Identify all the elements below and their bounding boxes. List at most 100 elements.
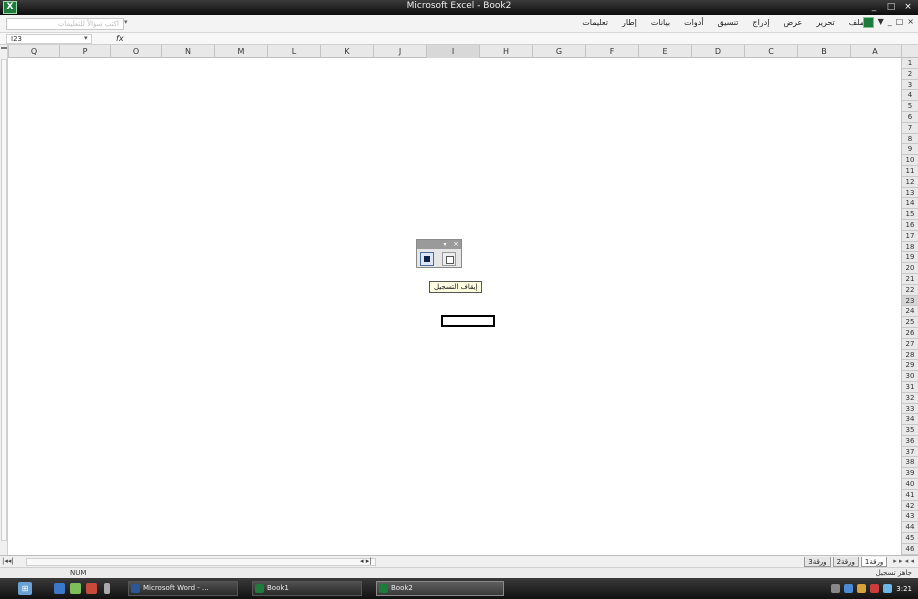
- column-header-cell[interactable]: D: [691, 45, 744, 58]
- column-header-cell[interactable]: P: [59, 45, 110, 58]
- column-header-cell[interactable]: O: [110, 45, 161, 58]
- tray-volume-icon[interactable]: [844, 584, 854, 593]
- column-header-cell[interactable]: K: [320, 45, 373, 58]
- sheet-tab[interactable]: ورقة2: [832, 557, 859, 567]
- row-header-cell[interactable]: 19: [902, 252, 918, 264]
- split-handle[interactable]: [1, 47, 7, 57]
- row-header-cell[interactable]: 3: [902, 80, 918, 91]
- quicklaunch-more-icon[interactable]: [104, 583, 110, 594]
- menu-tools[interactable]: أدوات: [684, 18, 703, 27]
- row-header-cell[interactable]: 42: [902, 501, 918, 512]
- stop-recording-button[interactable]: [420, 252, 434, 266]
- active-cell[interactable]: [441, 315, 495, 327]
- row-header-cell[interactable]: 1: [902, 58, 918, 69]
- row-header-cell[interactable]: 7: [902, 123, 918, 134]
- column-header-cell[interactable]: H: [479, 45, 532, 58]
- select-all-button[interactable]: [901, 45, 918, 58]
- toolbar-options-icon[interactable]: ▾: [441, 240, 449, 249]
- row-header-cell[interactable]: 9: [902, 144, 918, 156]
- maximize-button[interactable]: □: [885, 1, 897, 13]
- row-header-cell[interactable]: 13: [902, 188, 918, 199]
- taskbar-item-book2[interactable]: Book2: [376, 581, 504, 596]
- minimize-button[interactable]: _: [868, 1, 880, 13]
- quicklaunch-media-icon[interactable]: [86, 583, 97, 594]
- tray-alert-icon[interactable]: [870, 584, 880, 593]
- row-header-cell[interactable]: 46: [902, 544, 918, 555]
- column-header-cell[interactable]: G: [532, 45, 585, 58]
- menu-window[interactable]: إطار: [622, 18, 637, 27]
- row-header-cell[interactable]: 34: [902, 414, 918, 426]
- close-button[interactable]: ×: [902, 1, 914, 13]
- workbook-icon[interactable]: [862, 17, 874, 28]
- sheet-tab-active[interactable]: ورقة1: [860, 557, 888, 567]
- worksheet-grid[interactable]: [8, 58, 901, 555]
- column-header-cell[interactable]: M: [214, 45, 267, 58]
- menu-view[interactable]: عرض: [783, 18, 802, 27]
- column-header-cell[interactable]: J: [373, 45, 426, 58]
- row-header-cell[interactable]: 32: [902, 393, 918, 404]
- tray-network-icon[interactable]: [831, 584, 841, 593]
- toolbar-close-icon[interactable]: ×: [452, 240, 460, 249]
- row-header-cell[interactable]: 38: [902, 457, 918, 469]
- column-header-cell[interactable]: L: [267, 45, 320, 58]
- column-header-cell[interactable]: F: [585, 45, 638, 58]
- row-header-cell[interactable]: 16: [902, 220, 918, 231]
- horizontal-scrollbar[interactable]: [26, 558, 376, 566]
- row-header-cell[interactable]: 25: [902, 317, 918, 328]
- row-header-cell[interactable]: 43: [902, 511, 918, 523]
- menu-insert[interactable]: إدراج: [752, 18, 769, 27]
- row-header-cell[interactable]: 12: [902, 177, 918, 188]
- clock[interactable]: 3:21: [896, 585, 912, 593]
- tray-security-icon[interactable]: [857, 584, 867, 593]
- row-header-cell[interactable]: 10: [902, 155, 918, 166]
- doc-minimize-button[interactable]: _: [888, 17, 892, 28]
- vertical-scrollbar[interactable]: [0, 45, 8, 555]
- row-header-cell[interactable]: 15: [902, 209, 918, 220]
- sheet-nav-icon[interactable]: ◂ ◂ ▸ ▸: [889, 557, 914, 567]
- menu-help[interactable]: تعليمات: [582, 18, 608, 27]
- row-header-cell[interactable]: 37: [902, 447, 918, 458]
- row-header-cell[interactable]: 24: [902, 306, 918, 318]
- quicklaunch-ie-icon[interactable]: [54, 583, 65, 594]
- column-header-cell[interactable]: C: [744, 45, 797, 58]
- row-header-cell[interactable]: 22: [902, 285, 918, 296]
- menu-edit[interactable]: تحرير: [816, 18, 834, 27]
- column-header-cell-active[interactable]: I: [426, 45, 479, 58]
- row-header-cell[interactable]: 8: [902, 134, 918, 145]
- row-header-cell[interactable]: 11: [902, 166, 918, 177]
- row-header-cell[interactable]: 21: [902, 274, 918, 285]
- row-header-cell[interactable]: 33: [902, 404, 918, 415]
- menu-data[interactable]: بيانات: [651, 18, 670, 27]
- column-header-cell[interactable]: Q: [8, 45, 59, 58]
- column-header-cell[interactable]: A: [850, 45, 899, 58]
- doc-restore-button[interactable]: □: [896, 17, 904, 28]
- row-header-cell[interactable]: 40: [902, 479, 918, 490]
- row-header-cell[interactable]: 6: [902, 112, 918, 123]
- name-box-dropdown-icon[interactable]: ▾: [84, 34, 88, 42]
- help-dropdown-icon[interactable]: ▾: [124, 18, 128, 26]
- row-header-cell[interactable]: 28: [902, 350, 918, 361]
- row-header-cell[interactable]: 27: [902, 339, 918, 350]
- row-header-cell[interactable]: 5: [902, 101, 918, 112]
- doc-dropdown-icon[interactable]: ▼: [878, 17, 884, 28]
- row-header-cell[interactable]: 14: [902, 198, 918, 210]
- windows-start-icon[interactable]: ⊞: [18, 582, 32, 595]
- row-header-cell[interactable]: 20: [902, 263, 918, 274]
- row-header-cell[interactable]: 18: [902, 242, 918, 253]
- help-search-input[interactable]: اكتب سؤالاً للتعليمات: [6, 18, 124, 30]
- taskbar-item-word[interactable]: Microsoft Word - ...: [128, 581, 238, 596]
- name-box[interactable]: I23: [6, 34, 92, 44]
- row-header-cell[interactable]: 31: [902, 382, 918, 393]
- relative-reference-button[interactable]: [442, 252, 456, 266]
- row-header-cell[interactable]: 45: [902, 533, 918, 544]
- insert-function-icon[interactable]: fx: [116, 34, 124, 43]
- menu-format[interactable]: تنسيق: [718, 18, 739, 27]
- column-header-cell[interactable]: E: [638, 45, 691, 58]
- row-header-cell[interactable]: 44: [902, 522, 918, 534]
- row-header-cell[interactable]: 4: [902, 90, 918, 102]
- column-header-cell[interactable]: N: [161, 45, 214, 58]
- tray-language-icon[interactable]: [883, 584, 893, 593]
- hscroll-left-icon[interactable]: |◂◂|: [2, 557, 14, 565]
- row-header-cell[interactable]: 35: [902, 425, 918, 436]
- row-header-cell[interactable]: 39: [902, 468, 918, 480]
